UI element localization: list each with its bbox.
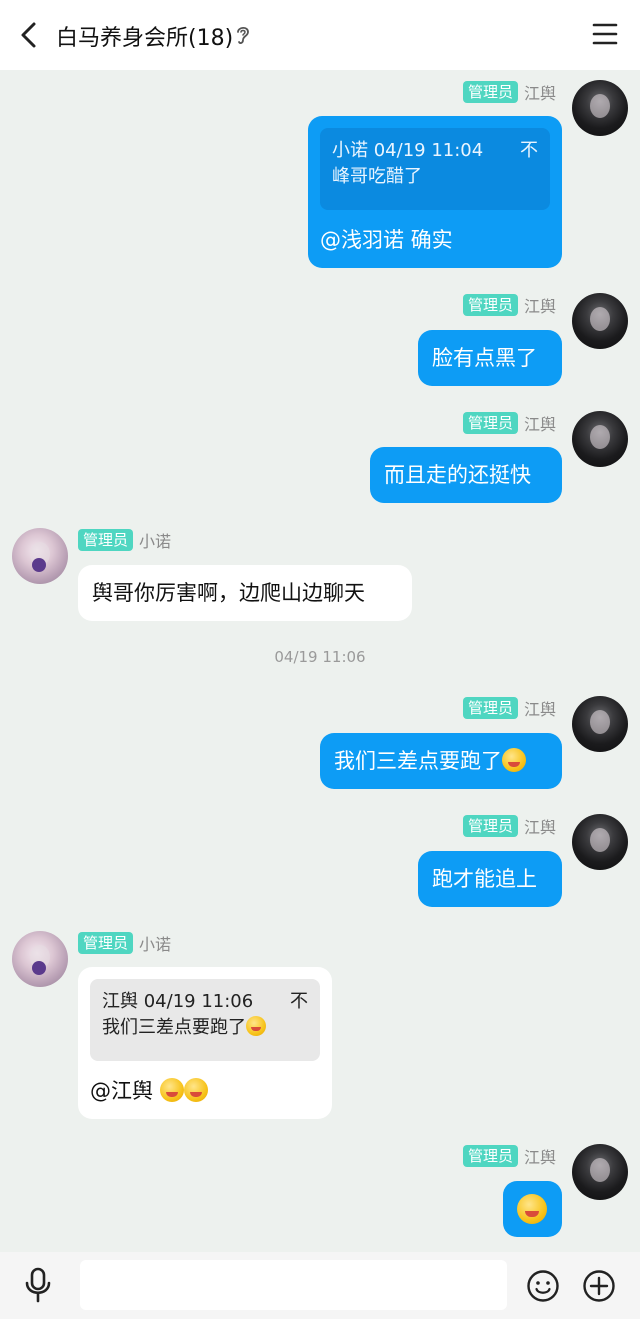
message-meta: 管理员 江舆 <box>462 293 556 317</box>
avatar[interactable] <box>12 931 68 987</box>
admin-badge: 管理员 <box>78 529 134 551</box>
sender-name[interactable]: 江舆 <box>524 696 556 720</box>
message-bubble[interactable]: 而且走的还挺快 <box>370 447 562 503</box>
sender-name[interactable]: 江舆 <box>524 1144 556 1168</box>
message-meta: 管理员 江舆 <box>462 411 556 435</box>
sender-name[interactable]: 江舆 <box>524 80 556 104</box>
message-meta: 管理员 小诺 <box>78 528 171 552</box>
message-bubble[interactable]: 跑才能追上 <box>418 851 562 907</box>
avatar[interactable] <box>572 411 628 467</box>
message-bubble[interactable] <box>503 1181 562 1237</box>
sender-name[interactable]: 小诺 <box>139 528 171 552</box>
message-text: @江舆 <box>90 1079 160 1103</box>
avatar[interactable] <box>12 528 68 584</box>
message-bubble[interactable]: 江舆 04/19 11:06 不 我们三差点要跑了 @江舆 <box>78 967 332 1119</box>
laughing-tongue-emoji <box>517 1194 547 1224</box>
quoted-message[interactable]: 小诺 04/19 11:04 不 峰哥吃醋了 <box>320 128 550 210</box>
sender-name[interactable]: 江舆 <box>524 293 556 317</box>
admin-badge: 管理员 <box>462 412 518 434</box>
admin-badge: 管理员 <box>462 81 518 103</box>
message-bubble[interactable]: 舆哥你厉害啊，边爬山边聊天 <box>78 565 412 621</box>
microphone-icon[interactable] <box>22 1266 54 1304</box>
quoted-message[interactable]: 江舆 04/19 11:06 不 我们三差点要跑了 <box>90 979 320 1061</box>
message-text: 而且走的还挺快 <box>384 463 531 487</box>
admin-badge: 管理员 <box>462 815 518 837</box>
message-text: 脸有点黑了 <box>432 346 537 370</box>
quote-author-time: 小诺 04/19 11:04 <box>332 140 484 161</box>
avatar[interactable] <box>572 1144 628 1200</box>
smiley-icon[interactable] <box>526 1269 560 1303</box>
admin-badge: 管理员 <box>78 932 134 954</box>
chat-title[interactable]: 白马养身会所(18) <box>56 20 233 52</box>
laughing-tongue-emoji <box>246 1016 266 1036</box>
message-bubble[interactable]: 我们三差点要跑了 <box>320 733 562 789</box>
admin-badge: 管理员 <box>462 1145 518 1167</box>
message-meta: 管理员 江舆 <box>462 814 556 838</box>
admin-badge: 管理员 <box>462 697 518 719</box>
message-text: 舆哥你厉害啊，边爬山边聊天 <box>92 581 365 605</box>
message-meta: 管理员 江舆 <box>462 1144 556 1168</box>
quote-author-time: 江舆 04/19 11:06 <box>102 991 254 1012</box>
message-input[interactable] <box>80 1260 507 1310</box>
timestamp: 04/19 11:06 <box>274 648 366 666</box>
message-text: @浅羽诺 确实 <box>320 228 453 252</box>
chevron-left-icon[interactable] <box>12 17 48 53</box>
sender-name[interactable]: 江舆 <box>524 411 556 435</box>
laughing-tongue-emoji <box>159 1078 184 1102</box>
message-meta: 管理员 江舆 <box>462 696 556 720</box>
hamburger-menu-icon[interactable] <box>592 22 618 46</box>
sender-name[interactable]: 江舆 <box>524 814 556 838</box>
avatar[interactable] <box>572 814 628 870</box>
quote-text: 我们三差点要跑了 <box>102 1017 246 1038</box>
sender-name[interactable]: 小诺 <box>139 931 171 955</box>
message-bubble[interactable]: 脸有点黑了 <box>418 330 562 386</box>
message-text: 跑才能追上 <box>432 867 537 891</box>
message-text: 我们三差点要跑了 <box>334 749 502 773</box>
admin-badge: 管理员 <box>462 294 518 316</box>
message-content: @江舆 <box>90 1077 320 1105</box>
quote-jump-icon[interactable]: 不 <box>520 138 538 164</box>
laughing-tongue-emoji <box>502 748 526 772</box>
chat-header: 白马养身会所(18) <box>0 0 640 70</box>
avatar[interactable] <box>572 696 628 752</box>
message-bubble[interactable]: 小诺 04/19 11:04 不 峰哥吃醋了 @浅羽诺 确实 <box>308 116 562 268</box>
input-bar <box>0 1252 640 1319</box>
ear-icon <box>237 26 249 44</box>
avatar[interactable] <box>572 80 628 136</box>
quote-text: 峰哥吃醋了 <box>332 166 422 187</box>
quote-jump-icon[interactable]: 不 <box>290 989 308 1015</box>
laughing-tongue-emoji <box>183 1078 208 1102</box>
plus-circle-icon[interactable] <box>582 1269 616 1303</box>
message-meta: 管理员 小诺 <box>78 931 171 955</box>
message-meta: 管理员 江舆 <box>462 80 556 104</box>
avatar[interactable] <box>572 293 628 349</box>
